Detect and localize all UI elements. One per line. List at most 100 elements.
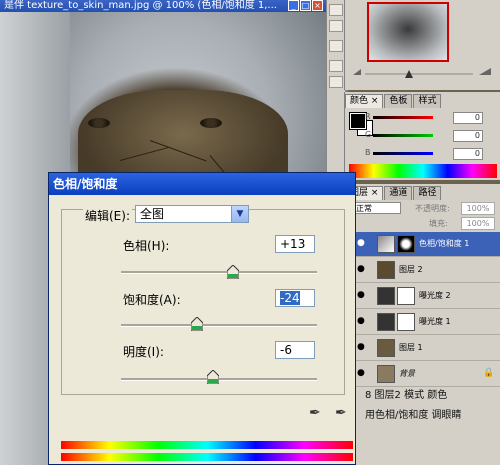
layer-name: 曝光度 2 [419,291,451,300]
layer-row[interactable]: ● 背景 🔒 [355,362,500,387]
channel-value[interactable]: 0 [453,148,483,160]
layer-thumbnail [377,313,395,331]
layer-mask-thumbnail [397,287,415,305]
navigator-panel [344,0,500,90]
lightness-label: 明度(I): [123,345,164,359]
left-eye [88,118,110,128]
opacity-label: 不透明度: [415,204,450,213]
eye-icon[interactable]: ● [357,264,365,274]
saturation-value: -24 [280,291,300,305]
layer-thumbnail [377,339,395,357]
green-channel-row: G 0 [365,130,495,142]
lightness-input[interactable]: -6 [275,341,315,359]
layer-row[interactable]: ● 曝光度 2 [355,284,500,309]
layer-thumbnail [377,261,395,279]
dialog-title: 色相/饱和度 [53,177,118,191]
layer-thumbnail [377,287,395,305]
green-slider[interactable] [373,134,433,137]
edit-value: 全图 [140,207,165,221]
layer-thumbnail [377,235,395,253]
lightness-value: -6 [280,343,292,357]
window-buttons: _ □ × [288,0,323,12]
navigator-zoom[interactable] [349,66,497,80]
color-spectrum[interactable] [349,164,497,178]
dialog-title-bar: 色相/饱和度 [49,173,355,195]
layer-name: 图层 1 [399,343,423,352]
eye-icon[interactable]: ● [357,290,365,300]
eye-icon[interactable]: ● [357,238,365,248]
color-tabs: 颜色 × 色板 样式 [345,94,442,108]
lightness-track[interactable] [121,378,317,381]
tab-styles[interactable]: 样式 [413,94,442,108]
foreground-color-swatch[interactable] [349,112,367,130]
layer-name: 曝光度 1 [419,317,451,326]
saturation-label: 饱和度(A): [123,293,181,307]
document-title-bar: 是伴 texture_to_skin_man.jpg @ 100% (色相/饱和… [0,0,326,12]
blue-slider[interactable] [373,152,433,155]
channel-label: G [365,130,372,139]
hue-value: +13 [280,237,306,251]
layer-row[interactable]: ● 曝光度 1 [355,310,500,335]
channel-value[interactable]: 0 [453,130,483,142]
channel-label: R [365,112,371,121]
layer-row[interactable]: ● 图层 1 [355,336,500,361]
eyedropper-plus-icon[interactable]: ✒ [335,405,347,421]
fill-input[interactable]: 100% [461,217,495,230]
blend-mode-select[interactable]: 正常 [353,202,401,214]
fill-label: 填充: [429,219,448,228]
right-eye [200,118,222,128]
red-slider[interactable] [373,116,433,119]
layer-name: 背景 [399,369,415,378]
tool-button[interactable] [329,76,343,88]
lightness-slider-thumb[interactable] [207,370,219,384]
saturation-input[interactable]: -24 [275,289,315,307]
tool-button[interactable] [329,60,343,72]
tab-channels[interactable]: 通道 [384,186,413,200]
color-bar-top [61,441,353,449]
tab-swatches[interactable]: 色板 [384,94,413,108]
hue-track[interactable] [121,271,317,274]
minimize-button[interactable]: _ [288,0,299,11]
tool-button[interactable] [329,4,343,16]
eye-icon[interactable]: ● [357,368,365,378]
caption-line-1: 8 图层2 模式 颜色 [365,390,448,401]
layer-row[interactable]: ● 图层 2 [355,258,500,283]
navigator-thumbnail[interactable] [367,2,449,62]
tab-label: 色板 [389,96,408,106]
eye-icon[interactable]: ● [357,342,365,352]
layers-panel: 图层 × 通道 路径 正常 不透明度: 100% 填充: 100% ● 色相/饱… [344,184,500,465]
color-panel: 颜色 × 色板 样式 R 0 G 0 B 0 [344,92,500,180]
hue-saturation-dialog: 色相/饱和度 编辑(E): 全图 ▼ 色相(H): +13 饱和度(A): -2… [48,172,356,465]
layer-name: 图层 2 [399,265,423,274]
hue-input[interactable]: +13 [275,235,315,253]
layer-name: 色相/饱和度 1 [419,239,470,248]
chevron-down-icon[interactable]: ▼ [231,206,248,222]
edit-label: 编辑(E): [83,207,132,224]
tab-label: 路径 [418,188,437,198]
tab-label: 样式 [418,96,437,106]
channel-value[interactable]: 0 [453,112,483,124]
tab-label: 颜色 [350,96,369,106]
lock-icon: 🔒 [483,368,495,378]
edit-select[interactable]: 全图 ▼ [135,205,249,223]
channel-label: B [365,148,371,157]
hue-slider-thumb[interactable] [227,265,239,279]
tab-paths[interactable]: 路径 [413,186,442,200]
opacity-input[interactable]: 100% [461,202,495,215]
color-bar-bottom [61,453,353,461]
eyedropper-icon[interactable]: ✒ [309,405,321,421]
tab-color[interactable]: 颜色 × [345,94,384,108]
tab-label: 通道 [389,188,408,198]
saturation-slider-thumb[interactable] [191,317,203,331]
close-button[interactable]: × [312,0,323,11]
layer-row[interactable]: ● 色相/饱和度 1 [355,232,500,257]
layer-thumbnail [377,365,395,383]
tool-button[interactable] [329,20,343,32]
maximize-button[interactable]: □ [300,0,311,11]
eye-icon[interactable]: ● [357,316,365,326]
saturation-track[interactable] [121,324,317,327]
blue-channel-row: B 0 [365,148,495,160]
tool-button[interactable] [329,40,343,52]
document-title: 是伴 texture_to_skin_man.jpg @ 100% (色相/饱和… [4,0,277,11]
layer-tabs: 图层 × 通道 路径 [345,186,442,200]
